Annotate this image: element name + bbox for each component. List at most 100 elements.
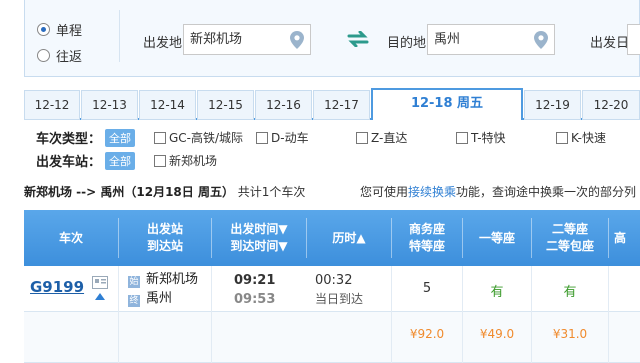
filter-option-d[interactable]: D-动车: [256, 129, 309, 146]
cell-divider: [211, 266, 212, 312]
from-input[interactable]: 新郑机场: [183, 24, 311, 55]
col-train-label: 车次: [58, 230, 83, 245]
price-second: ¥31.0: [552, 327, 588, 341]
cell-divider: [118, 266, 119, 312]
col-first-label: 一等座: [478, 230, 515, 245]
terminal-station-icon: 终: [128, 295, 140, 307]
one-way-radio[interactable]: [37, 23, 50, 36]
col-arrive-station-label: 到达站: [146, 239, 183, 253]
col-second-label: 二等座: [551, 222, 588, 236]
filter-station-option[interactable]: 新郑机场: [154, 152, 217, 169]
one-way-label: 单程: [56, 24, 83, 39]
to-input[interactable]: 禹州: [427, 24, 555, 55]
date-tab[interactable]: 12-12: [24, 90, 80, 120]
cell-divider: [608, 312, 609, 363]
ticket-info-icon[interactable]: [92, 276, 108, 289]
hint-text: 功能，查询途中换乘一次的部分列: [456, 185, 637, 199]
arrive-time: 09:53: [234, 292, 276, 307]
date-label: 出发日: [590, 36, 630, 51]
checkbox[interactable]: [256, 131, 268, 144]
filter-station-label: 新郑机场: [169, 154, 218, 168]
from-value: 新郑机场: [190, 32, 243, 47]
cell-divider: [118, 312, 119, 363]
to-value: 禹州: [434, 32, 461, 47]
checkbox[interactable]: [356, 131, 368, 144]
col-next: 高: [614, 210, 640, 266]
cell-divider: [608, 266, 609, 312]
table-row[interactable]: G9199 始新郑机场 终禹州 09:21 09:53 00:32 当日到达 5…: [24, 266, 640, 312]
train-type-filter: 车次类型： 全部: [36, 128, 141, 147]
search-panel: 单程 往返 出发地 新郑机场 目的地 禹州 出发日: [24, 0, 640, 77]
arrive-station-name: 禹州: [146, 291, 173, 306]
location-pin-icon[interactable]: [534, 31, 548, 49]
train-number-cell: G9199: [30, 278, 84, 296]
filter-option-k[interactable]: K-快速: [556, 129, 606, 146]
station-title: 出发车站：: [36, 155, 102, 170]
all-types-button[interactable]: 全部: [105, 128, 136, 147]
col-depart-time-label[interactable]: 出发时间▼: [212, 221, 306, 238]
col-duration[interactable]: 历时▲: [307, 210, 391, 266]
filter-option-z[interactable]: Z-直达: [356, 129, 407, 146]
date-tabs: 12-12 12-13 12-14 12-15 12-16 12-17 12-1…: [24, 88, 640, 120]
date-tab[interactable]: 12-17: [313, 90, 370, 120]
filter-option-label: K-快速: [571, 131, 606, 145]
date-tab[interactable]: 12-14: [139, 90, 196, 120]
transfer-link[interactable]: 接续换乘: [408, 185, 456, 199]
depart-time: 09:21: [234, 273, 276, 288]
first-class-cell: 有: [490, 285, 504, 300]
date-tab[interactable]: 12-15: [197, 90, 254, 120]
col-next-label: 高: [614, 230, 627, 245]
depart-station-name: 新郑机场: [146, 272, 199, 287]
train-number-link[interactable]: G9199: [30, 278, 84, 296]
round-trip-radio[interactable]: [37, 49, 50, 62]
price-business: ¥92.0: [409, 327, 445, 341]
date-tab[interactable]: 12-16: [255, 90, 312, 120]
date-tab-active[interactable]: 12-18 周五: [371, 88, 523, 120]
price-row: ¥92.0 ¥49.0 ¥31.0: [24, 312, 640, 363]
col-times[interactable]: 出发时间▼ 到达时间▼: [212, 210, 306, 266]
price-first: ¥49.0: [479, 327, 515, 341]
checkbox[interactable]: [154, 154, 166, 167]
one-way-option[interactable]: 单程: [37, 20, 82, 39]
filter-option-t[interactable]: T-特快: [456, 129, 506, 146]
route-text: 新郑机场 --> 禹州（12月18日 周五）: [24, 185, 234, 199]
col-business: 商务座 特等座: [392, 210, 462, 266]
filter-option-label: Z-直达: [371, 131, 408, 145]
location-pin-icon[interactable]: [290, 31, 304, 49]
swap-icon[interactable]: [347, 31, 369, 47]
col-depart-station-label: 出发站: [146, 222, 183, 236]
stations-cell: 始新郑机场 终禹州: [128, 270, 198, 308]
checkbox[interactable]: [556, 131, 568, 144]
col-train[interactable]: 车次: [24, 210, 118, 266]
arrive-station: 终禹州: [128, 289, 198, 308]
train-type-title: 车次类型：: [36, 132, 102, 147]
second-class-cell: 有: [563, 285, 577, 300]
round-trip-option[interactable]: 往返: [37, 46, 82, 65]
date-input[interactable]: [627, 24, 640, 55]
round-trip-label: 往返: [56, 50, 83, 65]
divider: [119, 10, 120, 62]
date-tab[interactable]: 12-20: [582, 90, 640, 120]
col-arrive-time-label[interactable]: 到达时间▼: [212, 238, 306, 255]
checkbox[interactable]: [154, 131, 166, 144]
col-second: 二等座 二等包座: [532, 210, 608, 266]
date-tab[interactable]: 12-19: [524, 90, 581, 120]
depart-station: 始新郑机场: [128, 270, 198, 289]
to-label: 目的地: [387, 36, 427, 51]
duration-cell: 00:32 当日到达: [315, 271, 363, 309]
cell-divider: [211, 312, 212, 363]
times-cell: 09:21 09:53: [234, 271, 275, 309]
all-stations-button[interactable]: 全部: [105, 151, 136, 170]
filter-option-label: T-特快: [471, 131, 506, 145]
checkbox[interactable]: [456, 131, 468, 144]
from-label: 出发地: [143, 36, 183, 51]
col-duration-label: 历时▲: [332, 230, 366, 245]
filter-option-gc[interactable]: GC-高铁/城际: [154, 129, 243, 146]
filter-option-label: GC-高铁/城际: [169, 131, 244, 145]
station-filter: 出发车站： 全部: [36, 151, 141, 170]
business-seat-cell: 5: [422, 281, 432, 296]
col-stations: 出发站 到达站: [119, 210, 211, 266]
expand-triangle-icon[interactable]: [95, 293, 105, 300]
train-count: 共计1个车次: [237, 185, 306, 199]
date-tab[interactable]: 12-13: [81, 90, 138, 120]
